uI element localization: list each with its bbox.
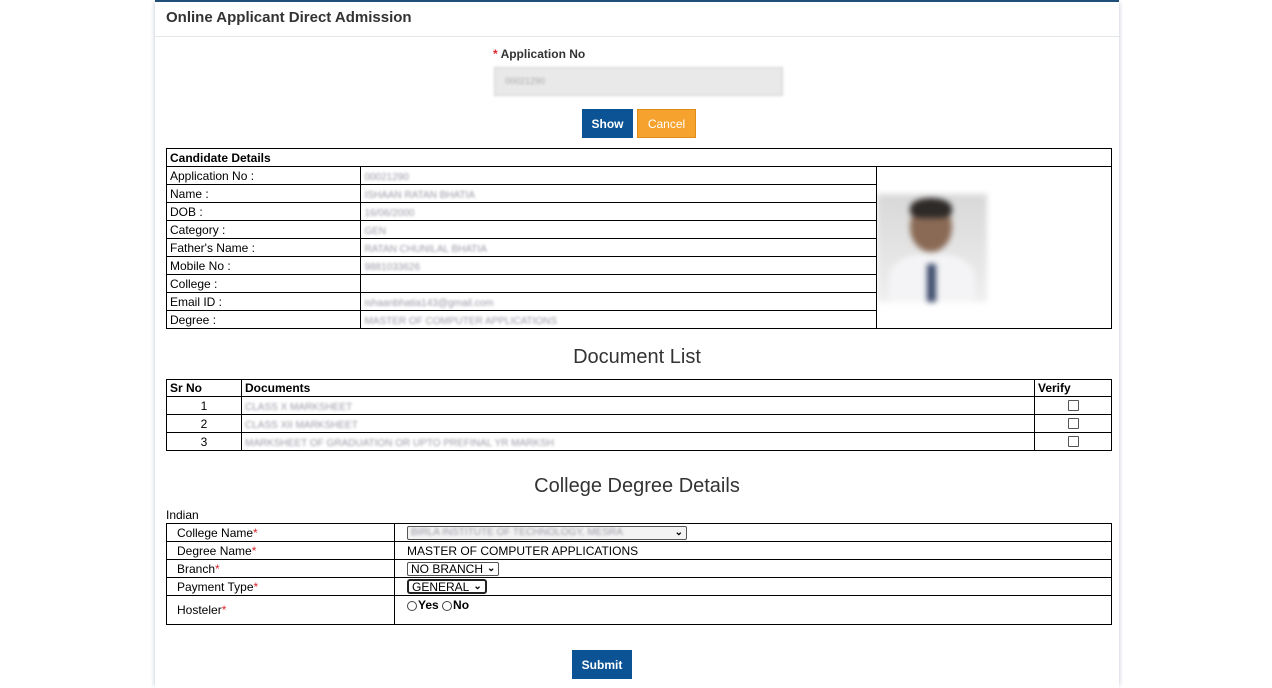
degree-name-value: MASTER OF COMPUTER APPLICATIONS <box>394 541 1112 560</box>
candidate-label: DOB : <box>165 202 362 221</box>
candidate-value: 9881033626 <box>364 261 421 273</box>
photo-cell <box>876 166 1112 329</box>
hosteler-no-radio[interactable] <box>442 600 453 611</box>
branch-select[interactable]: NO BRANCH ⌄ <box>407 561 500 576</box>
document-name: MARKSHEET OF GRADUATION OR UPTO PREFINAL… <box>245 437 554 449</box>
hosteler-label: Hosteler <box>177 603 222 617</box>
table-row: 1 CLASS X MARKSHEET <box>166 396 1112 415</box>
college-name-label: College Name <box>177 525 254 540</box>
document-name: CLASS XII MARKSHEET <box>245 419 358 431</box>
payment-type-select[interactable]: GENERAL ⌄ <box>407 579 487 595</box>
college-degree-title: College Degree Details <box>534 475 740 497</box>
table-row: 3 MARKSHEET OF GRADUATION OR UPTO PREFIN… <box>166 432 1112 451</box>
sr-no-cell: 1 <box>166 396 242 415</box>
chevron-down-icon: ⌄ <box>674 527 683 539</box>
document-name: CLASS X MARKSHEET <box>245 401 353 413</box>
panel-header: Online Applicant Direct Admission <box>155 2 1119 37</box>
col-verify: Verify <box>1034 379 1112 397</box>
application-no-label: * Application No <box>493 47 585 61</box>
hosteler-yes-radio[interactable] <box>407 600 417 611</box>
candidate-value: RATAN CHUNILAL BHATIA <box>364 243 487 255</box>
page-title: Online Applicant Direct Admission <box>166 9 412 26</box>
submit-button[interactable]: Submit <box>572 650 632 679</box>
verify-checkbox[interactable] <box>1067 400 1079 411</box>
candidate-photo <box>877 193 988 302</box>
sr-no-cell: 2 <box>166 414 242 433</box>
degree-details-table: College Name* BIRLA INSTITUTE OF TECHNOL… <box>166 523 1112 625</box>
candidate-label: Degree : <box>165 310 362 329</box>
document-table: Sr No Documents Verify 1 CLASS X MARKSHE… <box>166 379 1112 451</box>
application-no-input[interactable]: 00021290 <box>494 67 783 96</box>
nationality-label: Indian <box>166 508 199 522</box>
candidate-details-heading: Candidate Details <box>166 148 1112 167</box>
verify-checkbox[interactable] <box>1067 436 1079 447</box>
branch-label: Branch <box>177 561 216 576</box>
sr-no-cell: 3 <box>166 432 242 451</box>
candidate-details-table: Candidate Details Application No : 00021… <box>165 148 1112 329</box>
candidate-label: Email ID : <box>165 292 362 311</box>
show-button[interactable]: Show <box>582 109 633 138</box>
chevron-down-icon: ⌄ <box>473 581 482 593</box>
hosteler-no-label: No <box>453 598 470 612</box>
candidate-value: GEN <box>364 225 387 237</box>
table-row: 2 CLASS XII MARKSHEET <box>166 414 1112 433</box>
payment-type-label: Payment Type <box>177 579 254 594</box>
candidate-label: Application No : <box>165 166 362 185</box>
candidate-label: Father's Name : <box>165 238 362 257</box>
cancel-button[interactable]: Cancel <box>637 109 696 138</box>
candidate-label: College : <box>165 274 362 293</box>
candidate-value: 16/06/2000 <box>364 207 415 219</box>
verify-checkbox[interactable] <box>1067 418 1079 429</box>
candidate-value: ISHAAN RATAN BHATIA <box>364 189 476 201</box>
degree-name-label: Degree Name <box>177 543 252 558</box>
col-sr-no: Sr No <box>166 379 242 397</box>
col-documents: Documents <box>241 379 1035 397</box>
hosteler-yes-label: Yes <box>418 598 439 612</box>
required-mark: * <box>493 47 498 61</box>
candidate-label: Name : <box>165 184 362 203</box>
candidate-value: 00021290 <box>364 171 409 183</box>
candidate-label: Mobile No : <box>165 256 362 275</box>
candidate-label: Category : <box>165 220 362 239</box>
college-name-select[interactable]: BIRLA INSTITUTE OF TECHNOLOGY, MESRA ⌄ <box>407 525 687 540</box>
candidate-value: MASTER OF COMPUTER APPLICATIONS <box>364 315 558 327</box>
candidate-value: ishaanbhatia143@gmail.com <box>364 297 494 309</box>
document-list-title: Document List <box>573 346 701 368</box>
admission-panel: Online Applicant Direct Admission * Appl… <box>155 0 1119 688</box>
application-no-label-text: Application No <box>500 47 586 61</box>
chevron-down-icon: ⌄ <box>487 563 496 575</box>
